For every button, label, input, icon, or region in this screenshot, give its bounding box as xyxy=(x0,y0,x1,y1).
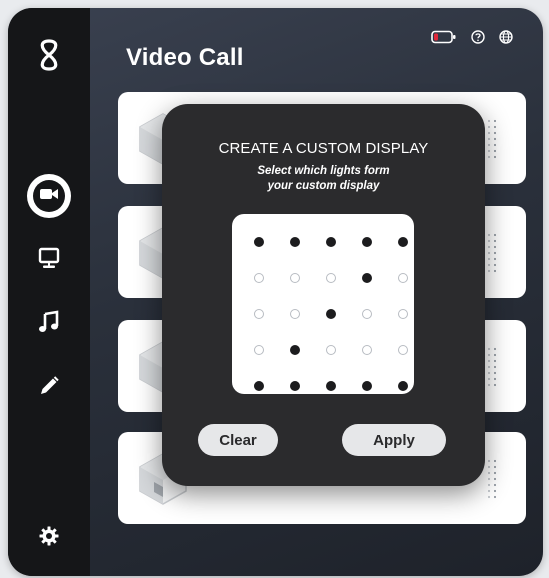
light-off-dot xyxy=(326,345,336,355)
light-cell[interactable] xyxy=(241,332,277,368)
light-on-dot xyxy=(398,237,408,247)
drag-handle[interactable] xyxy=(494,346,496,388)
modal-subtitle: Select which lights form your custom dis… xyxy=(222,164,425,194)
light-cell[interactable] xyxy=(349,332,385,368)
light-cell[interactable] xyxy=(349,260,385,296)
sidebar-item-draw[interactable] xyxy=(25,364,73,412)
apply-button[interactable]: Apply xyxy=(342,424,446,456)
settings-button[interactable] xyxy=(27,516,71,560)
battery-low-icon xyxy=(431,30,457,49)
light-cell[interactable] xyxy=(277,224,313,260)
pencil-icon xyxy=(37,374,61,403)
light-cell[interactable] xyxy=(241,296,277,332)
drag-handle-dots xyxy=(488,118,490,160)
drag-handle[interactable] xyxy=(494,118,496,160)
gear-icon xyxy=(39,526,59,551)
custom-display-modal: CREATE A CUSTOM DISPLAY Select which lig… xyxy=(162,104,485,486)
light-cell[interactable] xyxy=(349,224,385,260)
light-cell[interactable] xyxy=(313,260,349,296)
monitor-icon xyxy=(37,246,61,275)
light-on-dot xyxy=(326,237,336,247)
modal-subtitle-line: Select which lights form xyxy=(257,165,390,177)
light-off-dot xyxy=(398,309,408,319)
light-on-dot xyxy=(326,309,336,319)
drag-handle-dots xyxy=(488,232,490,274)
infinity-logo-icon xyxy=(34,38,64,72)
light-off-dot xyxy=(290,309,300,319)
help-icon[interactable] xyxy=(471,30,485,49)
light-cell[interactable] xyxy=(385,332,421,368)
light-on-dot xyxy=(290,381,300,391)
active-indicator xyxy=(27,174,71,218)
light-cell[interactable] xyxy=(313,332,349,368)
sidebar-item-screen[interactable] xyxy=(25,236,73,284)
light-cell[interactable] xyxy=(277,368,313,404)
clear-button[interactable]: Clear xyxy=(198,424,278,456)
light-on-dot xyxy=(290,237,300,247)
modal-subtitle-line: your custom display xyxy=(267,180,380,192)
light-cell[interactable] xyxy=(313,224,349,260)
light-cell[interactable] xyxy=(385,224,421,260)
light-cell[interactable] xyxy=(277,332,313,368)
light-on-dot xyxy=(254,237,264,247)
light-cell[interactable] xyxy=(349,368,385,404)
light-off-dot xyxy=(326,273,336,283)
light-on-dot xyxy=(290,345,300,355)
globe-icon[interactable] xyxy=(499,30,513,49)
drag-handle-dots xyxy=(488,346,490,388)
light-cell[interactable] xyxy=(349,296,385,332)
light-off-dot xyxy=(290,273,300,283)
light-cell[interactable] xyxy=(313,368,349,404)
sidebar-item-video-call[interactable] xyxy=(25,172,73,220)
light-on-dot xyxy=(362,381,372,391)
drag-handle[interactable] xyxy=(494,458,496,500)
light-off-dot xyxy=(254,345,264,355)
light-off-dot xyxy=(362,345,372,355)
modal-title: CREATE A CUSTOM DISPLAY xyxy=(218,140,429,157)
status-icons xyxy=(431,30,513,49)
light-cell[interactable] xyxy=(277,260,313,296)
light-on-dot xyxy=(254,381,264,391)
light-off-dot xyxy=(362,309,372,319)
sidebar-item-music[interactable] xyxy=(25,300,73,348)
light-cell[interactable] xyxy=(313,296,349,332)
drag-handle-dots xyxy=(488,458,490,500)
light-cell[interactable] xyxy=(241,368,277,404)
light-cell[interactable] xyxy=(385,296,421,332)
music-note-icon xyxy=(37,309,61,339)
light-on-dot xyxy=(326,381,336,391)
light-off-dot xyxy=(398,273,408,283)
light-grid xyxy=(241,224,421,404)
light-off-dot xyxy=(254,273,264,283)
drag-handle[interactable] xyxy=(494,232,496,274)
light-cell[interactable] xyxy=(385,368,421,404)
video-camera-icon xyxy=(39,187,59,206)
light-on-dot xyxy=(398,381,408,391)
light-grid-panel xyxy=(232,214,414,394)
sidebar xyxy=(8,8,90,576)
light-cell[interactable] xyxy=(385,260,421,296)
light-cell[interactable] xyxy=(277,296,313,332)
page-title: Video Call xyxy=(126,44,244,71)
light-cell[interactable] xyxy=(241,224,277,260)
light-cell[interactable] xyxy=(241,260,277,296)
light-on-dot xyxy=(362,237,372,247)
light-off-dot xyxy=(398,345,408,355)
light-on-dot xyxy=(362,273,372,283)
light-off-dot xyxy=(254,309,264,319)
app-window: Video Call CREATE A CUSTOM DISPLAY Selec… xyxy=(8,8,543,576)
